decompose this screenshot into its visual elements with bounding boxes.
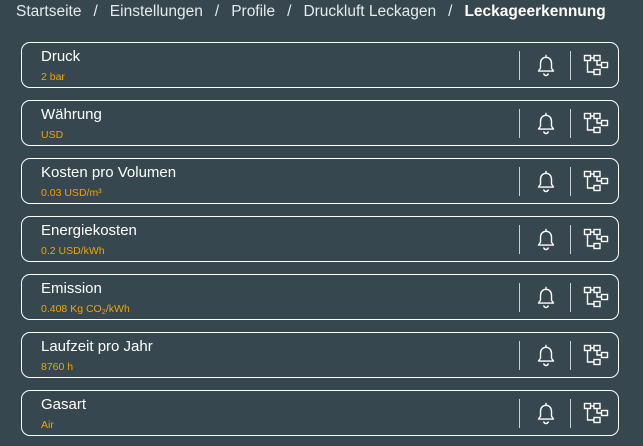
divider — [519, 341, 520, 370]
alarm-button[interactable] — [529, 391, 563, 435]
alarm-button[interactable] — [529, 217, 563, 261]
hierarchy-icon — [583, 344, 609, 366]
setting-label: Laufzeit pro Jahr — [41, 338, 153, 355]
hierarchy-button[interactable] — [579, 333, 613, 377]
setting-card-energiekosten[interactable]: Energiekosten 0.2 USD/kWh — [21, 216, 619, 262]
divider — [519, 109, 520, 138]
breadcrumb-item-profile[interactable]: Profile — [231, 3, 275, 21]
setting-label: Druck — [41, 48, 81, 65]
setting-value: 0.03 USD/m³ — [41, 187, 102, 199]
alarm-button[interactable] — [529, 101, 563, 145]
setting-label: Energiekosten — [41, 222, 137, 239]
breadcrumb-item-druckluft-leckagen[interactable]: Druckluft Leckagen — [303, 3, 436, 21]
hierarchy-button[interactable] — [579, 159, 613, 203]
setting-card-waehrung[interactable]: Währung USD — [21, 100, 619, 146]
bell-icon — [537, 228, 555, 251]
setting-value: USD — [41, 129, 64, 141]
setting-card-laufzeit-pro-jahr[interactable]: Laufzeit pro Jahr 8760 h — [21, 332, 619, 378]
divider — [570, 341, 571, 370]
hierarchy-icon — [583, 402, 609, 424]
hierarchy-button[interactable] — [579, 101, 613, 145]
divider — [570, 225, 571, 254]
emission-value-prefix: 0.408 Kg CO — [41, 303, 102, 315]
bell-icon — [537, 112, 555, 135]
divider — [570, 109, 571, 138]
hierarchy-icon — [583, 228, 609, 250]
setting-value: Air — [41, 419, 54, 431]
page: Startseite / Einstellungen / Profile / D… — [0, 0, 643, 446]
hierarchy-icon — [583, 112, 609, 134]
emission-value-suffix: /kWh — [105, 303, 130, 315]
hierarchy-button[interactable] — [579, 275, 613, 319]
hierarchy-icon — [583, 170, 609, 192]
divider — [519, 283, 520, 312]
setting-card-gasart[interactable]: Gasart Air — [21, 390, 619, 436]
bell-icon — [537, 54, 555, 77]
bell-icon — [537, 286, 555, 309]
divider — [519, 225, 520, 254]
setting-value: 8760 h — [41, 361, 74, 373]
hierarchy-icon — [583, 54, 609, 76]
setting-label: Kosten pro Volumen — [41, 164, 177, 181]
divider — [570, 51, 571, 80]
hierarchy-button[interactable] — [579, 217, 613, 261]
divider — [519, 51, 520, 80]
setting-card-druck[interactable]: Druck 2 bar — [21, 42, 619, 88]
divider — [570, 283, 571, 312]
setting-card-kosten-pro-volumen[interactable]: Kosten pro Volumen 0.03 USD/m³ — [21, 158, 619, 204]
breadcrumb-separator: / — [214, 3, 220, 20]
hierarchy-icon — [583, 286, 609, 308]
alarm-button[interactable] — [529, 333, 563, 377]
breadcrumb-separator: / — [93, 3, 98, 20]
bell-icon — [537, 170, 555, 193]
divider — [519, 167, 520, 196]
alarm-button[interactable] — [529, 159, 563, 203]
alarm-button[interactable] — [529, 275, 563, 319]
alarm-button[interactable] — [529, 43, 563, 87]
bell-icon — [537, 402, 555, 425]
divider — [570, 399, 571, 428]
breadcrumb-separator: / — [448, 3, 453, 20]
breadcrumb-item-startseite[interactable]: Startseite — [16, 3, 81, 21]
setting-value: 0.2 USD/kWh — [41, 245, 105, 257]
setting-label: Währung — [41, 106, 102, 123]
setting-card-emission[interactable]: Emission 0.408 Kg CO2/kWh — [21, 274, 619, 320]
hierarchy-button[interactable] — [579, 43, 613, 87]
breadcrumb: Startseite / Einstellungen / Profile / D… — [16, 0, 606, 24]
breadcrumb-item-current: Leckageerkennung — [464, 3, 606, 20]
breadcrumb-item-einstellungen[interactable]: Einstellungen — [110, 3, 203, 21]
breadcrumb-separator: / — [287, 3, 292, 20]
hierarchy-button[interactable] — [579, 391, 613, 435]
divider — [570, 167, 571, 196]
bell-icon — [537, 344, 555, 367]
setting-value: 2 bar — [41, 71, 65, 83]
setting-value: 0.408 Kg CO2/kWh — [41, 303, 130, 315]
setting-label: Gasart — [41, 396, 87, 413]
setting-label: Emission — [41, 280, 102, 297]
divider — [519, 399, 520, 428]
